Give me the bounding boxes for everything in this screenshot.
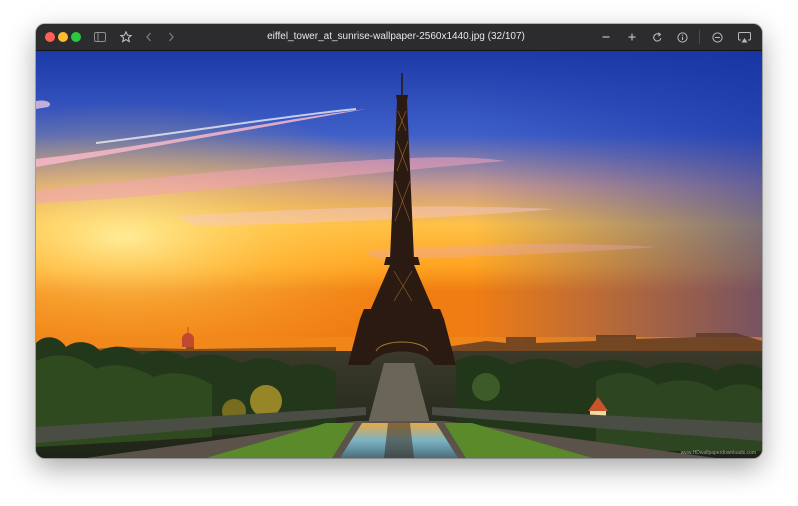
favorite-button[interactable]	[118, 28, 134, 46]
title-bar[interactable]: eiffel_tower_at_sunrise-wallpaper-2560x1…	[36, 24, 762, 51]
minimize-window-button[interactable]	[58, 32, 68, 42]
plus-icon	[628, 33, 636, 41]
eiffel-tower-photo	[36, 51, 762, 458]
zoom-in-button[interactable]	[625, 28, 639, 46]
circle-minus-icon	[711, 31, 723, 43]
window-title: eiffel_tower_at_sunrise-wallpaper-2560x1…	[267, 31, 525, 42]
previous-image-button[interactable]	[142, 28, 156, 46]
sidebar-toggle-button[interactable]	[92, 28, 108, 46]
toolbar-separator	[699, 30, 700, 44]
maximize-window-button[interactable]	[71, 32, 81, 42]
chevron-left-icon	[146, 32, 151, 42]
image-canvas[interactable]: www.HDwallpaperdownloads.com	[36, 51, 762, 458]
next-image-button[interactable]	[164, 28, 178, 46]
rotate-button[interactable]	[650, 28, 664, 46]
info-button[interactable]	[675, 28, 689, 46]
star-icon	[120, 31, 132, 43]
info-icon	[676, 31, 688, 43]
minus-icon	[602, 36, 610, 38]
actual-size-button[interactable]	[710, 28, 724, 46]
close-window-button[interactable]	[45, 32, 55, 42]
chevron-right-icon	[169, 32, 174, 42]
image-viewer-window: eiffel_tower_at_sunrise-wallpaper-2560x1…	[36, 24, 762, 458]
airplay-button[interactable]	[736, 28, 752, 46]
rotate-icon	[652, 31, 661, 42]
watermark: www.HDwallpaperdownloads.com	[680, 450, 756, 456]
zoom-out-button[interactable]	[599, 28, 613, 46]
sidebar-icon	[94, 32, 106, 42]
airplay-icon	[737, 31, 751, 42]
